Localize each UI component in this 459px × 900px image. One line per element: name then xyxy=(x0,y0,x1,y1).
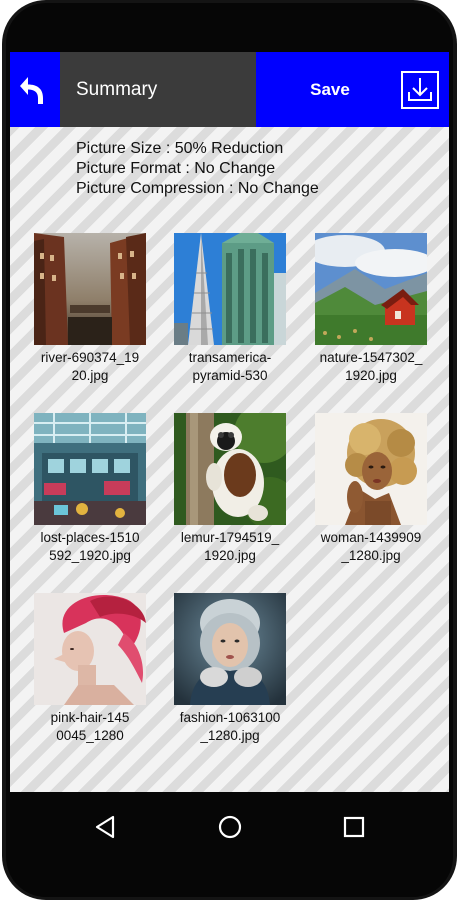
file-name-line1: nature-1547302_ xyxy=(319,350,423,365)
file-name-line2: 1920.jpg xyxy=(204,548,256,563)
file-name-transamerica: transamerica- pyramid-530 xyxy=(160,349,300,385)
file-name-fashion: fashion-1063100 _1280.jpg xyxy=(160,709,300,745)
back-button[interactable] xyxy=(10,52,58,127)
picture-size-text: Picture Size : 50% Reduction xyxy=(76,140,284,157)
top-bar: Summary Save xyxy=(10,52,449,127)
nav-back-button[interactable] xyxy=(91,812,121,842)
nav-home-button[interactable] xyxy=(215,812,245,842)
file-name-line1: fashion-1063100 xyxy=(179,710,281,725)
file-name-line2: 0045_1280 xyxy=(56,728,124,743)
file-name-river: river-690374_19 20.jpg xyxy=(20,349,160,385)
thumbnail-transamerica[interactable] xyxy=(174,233,286,345)
file-name-lemur: lemur-1794519_ 1920.jpg xyxy=(160,529,300,565)
file-name-line2: _1280.jpg xyxy=(200,728,260,743)
file-name-line1: lost-places-1510 xyxy=(40,530,140,545)
nav-back-triangle-icon xyxy=(95,815,115,839)
nav-home-circle-icon xyxy=(218,815,242,839)
page-title: Summary xyxy=(76,78,158,100)
file-name-line1: river-690374_19 xyxy=(40,350,140,365)
file-name-nature: nature-1547302_ 1920.jpg xyxy=(301,349,441,385)
nav-recents-square-icon xyxy=(343,816,365,838)
save-button[interactable]: Save xyxy=(300,76,360,104)
thumbnail-woman[interactable] xyxy=(315,413,427,525)
thumbnail-river[interactable] xyxy=(34,233,146,345)
nav-recents-button[interactable] xyxy=(339,812,369,842)
file-name-pink-hair: pink-hair-145 0045_1280 xyxy=(20,709,160,745)
download-button[interactable] xyxy=(399,69,441,111)
thumbnail-pink-hair[interactable] xyxy=(34,593,146,705)
file-name-woman: woman-1439909 _1280.jpg xyxy=(301,529,441,565)
back-arrow-icon xyxy=(20,76,43,104)
thumbnail-lemur[interactable] xyxy=(174,413,286,525)
file-name-line2: _1280.jpg xyxy=(341,548,401,563)
thumbnail-nature[interactable] xyxy=(315,233,427,345)
title-box: Summary xyxy=(60,52,256,127)
file-name-line2: pyramid-530 xyxy=(192,368,268,383)
file-name-line2: 20.jpg xyxy=(71,368,109,383)
picture-format-text: Picture Format : No Change xyxy=(76,160,276,177)
picture-compression-text: Picture Compression : No Change xyxy=(76,180,319,197)
thumbnail-fashion[interactable] xyxy=(174,593,286,705)
file-name-line1: lemur-1794519_ xyxy=(180,530,280,545)
file-name-line1: woman-1439909 xyxy=(320,530,422,545)
file-name-line1: pink-hair-145 xyxy=(50,710,130,725)
file-name-line2: 592_1920.jpg xyxy=(49,548,131,563)
file-name-line2: 1920.jpg xyxy=(345,368,397,383)
app-screen: Summary Save Picture Size : 50% Reductio… xyxy=(10,52,449,792)
thumbnail-lost-places[interactable] xyxy=(34,413,146,525)
file-name-lost-places: lost-places-1510 592_1920.jpg xyxy=(20,529,160,565)
download-tray-icon xyxy=(401,71,439,109)
file-name-line1: transamerica- xyxy=(188,350,272,365)
summary-info: Picture Size : 50% Reduction Picture For… xyxy=(76,139,319,199)
